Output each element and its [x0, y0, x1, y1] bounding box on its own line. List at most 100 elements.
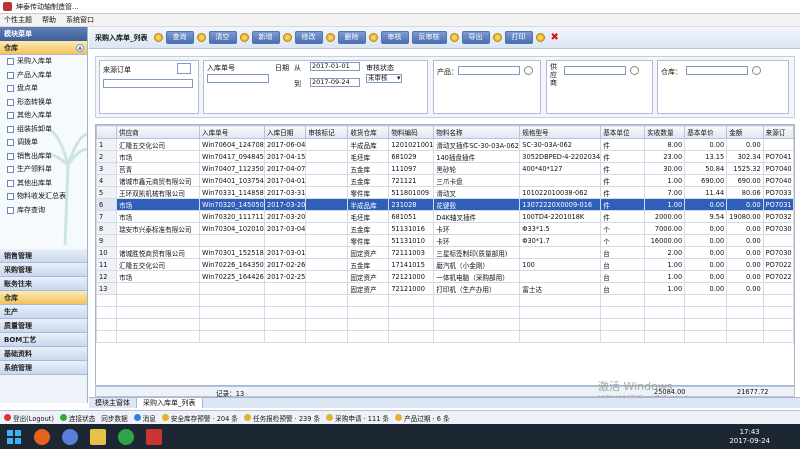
table-row[interactable]: 7 市场 Win70320_111711 2017-03-20 毛坯库 681051 D4K…: [96, 210, 794, 223]
table-cell: 0.00: [726, 270, 764, 283]
sidebar-category-basic-data[interactable]: 基础资料: [0, 347, 87, 361]
column-header[interactable]: 收货仓库: [347, 125, 390, 139]
column-header[interactable]: 审核标记: [305, 125, 349, 139]
message-status[interactable]: 消息: [133, 413, 156, 423]
delete-button[interactable]: 删除: [337, 31, 366, 44]
settings-icon[interactable]: [535, 33, 545, 42]
audit-button[interactable]: 审核: [380, 31, 409, 44]
amount-total: 21677.72: [737, 388, 769, 396]
table-cell: 681051: [388, 210, 435, 223]
export-button[interactable]: 导出: [461, 31, 490, 44]
search-icon[interactable]: [524, 66, 533, 75]
date-from-input[interactable]: 2017-01-01: [310, 62, 360, 71]
document-icon: [7, 85, 14, 93]
table-row[interactable]: 2 市场 Win70417_094845 2017-04-15 毛坯库 681029 140…: [96, 150, 794, 163]
table-row[interactable]: 12 市场 Win70225_164426 2017-02-25 固定资产 7212100…: [96, 270, 794, 283]
sidebar-category-warehouse[interactable]: 仓库: [0, 291, 87, 305]
column-header[interactable]: 物料名称: [433, 125, 521, 139]
taskbar-chrome[interactable]: [112, 424, 140, 449]
sidebar-category-accounts[interactable]: 账务往来: [0, 277, 87, 291]
print-button[interactable]: 打印: [504, 31, 533, 44]
query-button[interactable]: 查询: [165, 31, 194, 44]
taskbar-explorer[interactable]: [84, 424, 112, 449]
column-header[interactable]: 入库日期: [263, 125, 307, 139]
edit-button[interactable]: 修改: [294, 31, 323, 44]
search-icon[interactable]: [752, 66, 761, 75]
table-row[interactable]: 1 汇隆五交化公司 Win70604_124708 2017-06-04 半成品库 120…: [96, 138, 794, 151]
add-button[interactable]: 新增: [251, 31, 280, 44]
table-cell: 0.00: [684, 258, 728, 271]
table-cell: 0.00: [684, 234, 728, 247]
product-expiry-alert[interactable]: 产品过期 · 6 条: [395, 413, 450, 423]
clear-button[interactable]: 清空: [208, 31, 237, 44]
column-header[interactable]: [96, 125, 117, 139]
sidebar-category-quality[interactable]: 质量管理: [0, 319, 87, 333]
purchase-request-alert[interactable]: 采购申请 · 111 条: [326, 413, 389, 423]
sidebar-category-system[interactable]: 系统管理: [0, 361, 87, 375]
sidebar-category-sales[interactable]: 销售管理: [0, 249, 87, 263]
sidebar-category-warehouse-top[interactable]: 仓库 ▲: [0, 41, 87, 55]
inspection-alert[interactable]: 任务报检预警 · 239 条: [244, 413, 320, 423]
table-row[interactable]: 6 市场 Win70320_145050 2017-03-20 半成品库 231028 花键…: [96, 198, 794, 211]
taskbar-media[interactable]: [56, 424, 84, 449]
sidebar-category-bom[interactable]: BOM工艺: [0, 333, 87, 347]
column-header[interactable]: 规格型号: [519, 125, 602, 139]
column-header[interactable]: 供应商: [116, 125, 200, 139]
table-row[interactable]: 8 瑞安市兴泰标准有限公司 Win70304_102010 2017-03-04 五金库…: [96, 222, 794, 235]
sync-status[interactable]: 同步数据: [101, 413, 127, 423]
menu-item-theme[interactable]: 个性主题: [4, 15, 32, 25]
table-row[interactable]: 10 诸城胜悦商贸有限公司 Win70301_152518 2017-03-01 固定资…: [96, 246, 794, 259]
sidebar-item-product-inbound[interactable]: 产品入库单: [0, 69, 87, 83]
column-header[interactable]: 实收数量: [644, 125, 686, 139]
column-header[interactable]: 来源订: [762, 125, 794, 139]
table-row[interactable]: 4 诸城市鑫元商贸有限公司 Win70401_103754 2017-04-01 五金库…: [96, 174, 794, 187]
table-cell: 滑动叉: [433, 186, 521, 199]
table-cell: 11: [96, 258, 117, 271]
table-cell: Win70225_164426: [199, 270, 265, 283]
sidebar-item-other-inbound[interactable]: 其他入库单: [0, 109, 87, 123]
menu-item-help[interactable]: 帮助: [42, 15, 56, 25]
chevron-up-icon[interactable]: ▲: [76, 44, 84, 52]
search-icon[interactable]: [630, 66, 639, 75]
safety-stock-alert[interactable]: 安全库存预警 · 204 条: [161, 413, 238, 423]
column-header[interactable]: 金额: [726, 125, 764, 139]
taskbar-app[interactable]: [140, 424, 168, 449]
sidebar-item-form-convert[interactable]: 形态转换单: [0, 96, 87, 110]
column-header[interactable]: 物料编码: [388, 125, 435, 139]
warehouse-input[interactable]: [686, 66, 748, 75]
table-cell: 0.00: [726, 258, 764, 271]
taskbar-firefox[interactable]: [28, 424, 56, 449]
export-icon: [449, 33, 459, 42]
table-row[interactable]: 5 王环双凯机械有限公司 Win70331_114858 2017-03-31 零件库 5…: [96, 186, 794, 199]
start-button[interactable]: [0, 424, 28, 449]
sidebar-item-stocktake[interactable]: 盘点单: [0, 82, 87, 96]
inbound-no-input[interactable]: [207, 74, 269, 83]
tab-purchase-inbound-list[interactable]: 采购入库单_列表: [137, 398, 203, 408]
menu-item-window[interactable]: 系统窗口: [66, 15, 94, 25]
close-icon[interactable]: ✖: [551, 32, 559, 43]
sidebar-category-purchase[interactable]: 采购管理: [0, 263, 87, 277]
table-row[interactable]: 9 零件库 51131010 卡环 Φ30*1.7 个 16000.00 0.00 0.00: [96, 234, 794, 247]
table-row[interactable]: 11 汇隆五交化公司 Win70226_164350 2017-02-26 五金库 171…: [96, 258, 794, 271]
source-order-picker[interactable]: [177, 63, 191, 74]
date-to-input[interactable]: 2017-09-24: [310, 78, 360, 87]
supplier-input[interactable]: [564, 66, 626, 75]
table-row[interactable]: 13 固定资产 72121000 打印机（生产办用） 富士达台 1.00 0.00 0.00: [96, 282, 794, 295]
unaudit-button[interactable]: 反审核: [411, 31, 447, 44]
column-header[interactable]: 基本单价: [684, 125, 728, 139]
table-cell: 件: [600, 138, 646, 151]
source-order-input[interactable]: [103, 79, 193, 88]
clock[interactable]: 17:43 2017-09-24: [729, 428, 770, 446]
column-header[interactable]: 基本单位: [600, 125, 646, 139]
sidebar-category-production[interactable]: 生产: [0, 305, 87, 319]
table-cell: 0.00: [684, 138, 728, 151]
logout-status[interactable]: 登出(Logout): [4, 413, 54, 423]
sidebar-item-purchase-inbound[interactable]: 采购入库单: [0, 55, 87, 69]
table-cell: 黑砂轮: [433, 162, 521, 175]
tab-main-form[interactable]: 模块主窗体: [89, 398, 137, 408]
table-row[interactable]: 3 莒青 Win70407_112350 2017-04-07 五金库 111097 黑砂轮…: [96, 162, 794, 175]
table-cell: 0.00: [726, 234, 764, 247]
chevron-down-icon[interactable]: ▾: [397, 74, 401, 82]
column-header[interactable]: 入库单号: [199, 125, 265, 139]
product-input[interactable]: [458, 66, 520, 75]
